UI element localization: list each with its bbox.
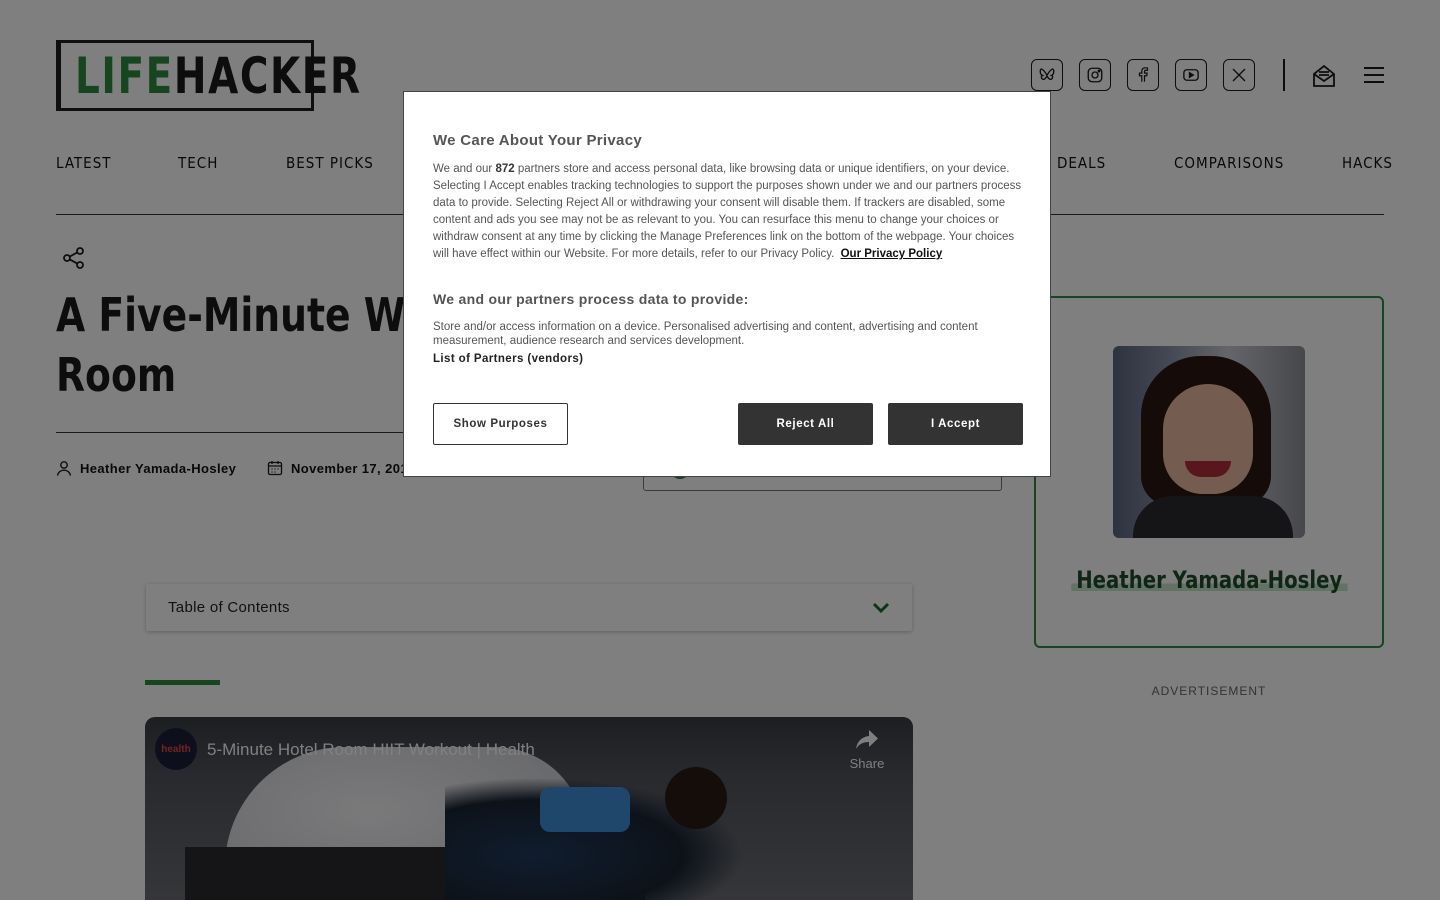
partners-list-link[interactable]: List of Partners (vendors) bbox=[433, 353, 583, 365]
privacy-consent-dialog: We Care About Your Privacy We and our 87… bbox=[403, 91, 1051, 477]
consent-subtitle: We and our partners process data to prov… bbox=[433, 291, 749, 307]
reject-all-button[interactable]: Reject All bbox=[738, 403, 873, 445]
accept-button[interactable]: I Accept bbox=[888, 403, 1023, 445]
consent-title: We Care About Your Privacy bbox=[433, 132, 642, 149]
consent-body: We and our 872 partners store and access… bbox=[433, 163, 1022, 260]
privacy-policy-link[interactable]: Our Privacy Policy bbox=[841, 248, 943, 260]
show-purposes-button[interactable]: Show Purposes bbox=[433, 403, 568, 445]
consent-purposes: Store and/or access information on a dev… bbox=[433, 321, 978, 347]
partner-count: 872 bbox=[495, 163, 515, 175]
